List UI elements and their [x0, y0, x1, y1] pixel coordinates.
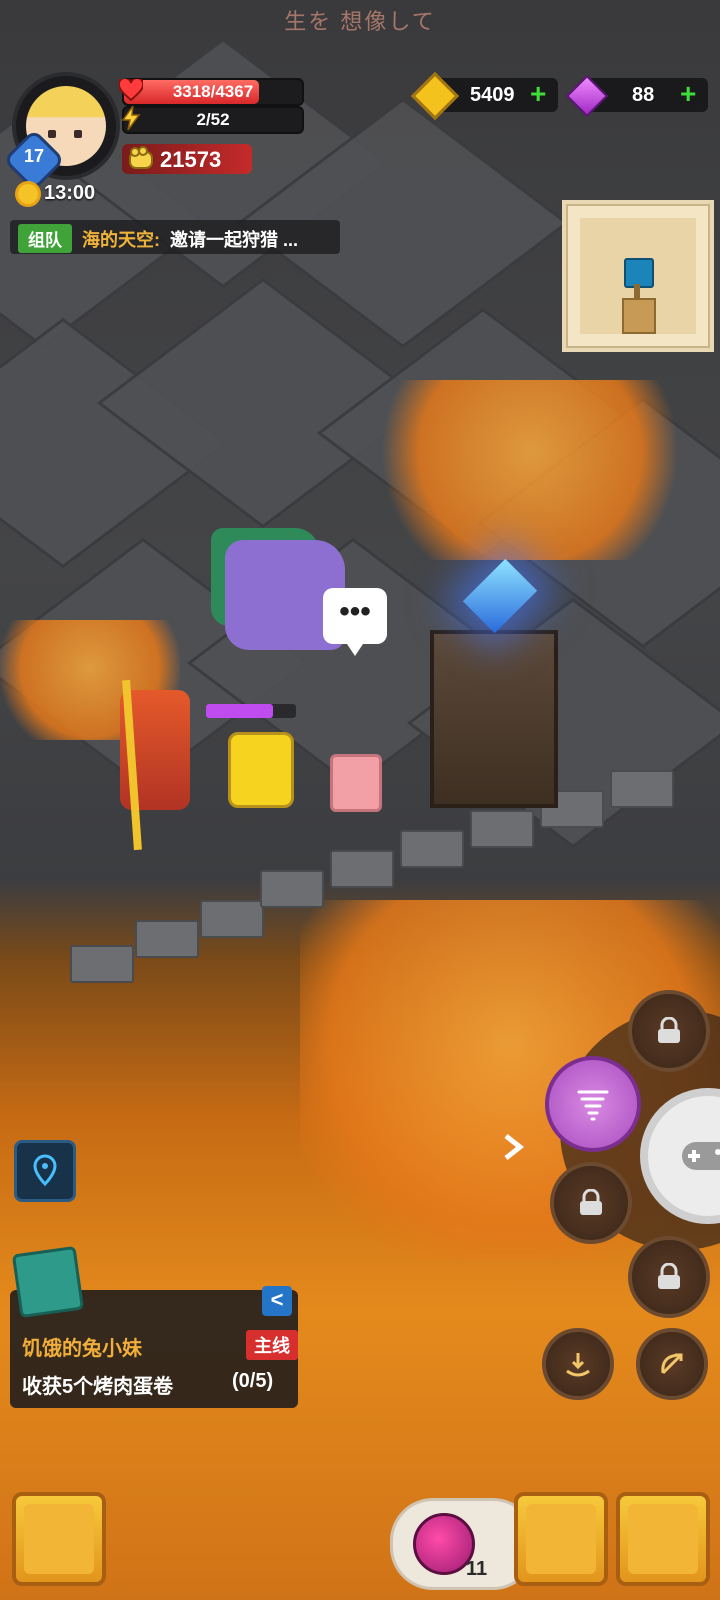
gem-value: 88: [632, 84, 655, 106]
power-value: 21573: [160, 147, 222, 172]
hp-value: 3318/4367: [172, 82, 254, 101]
stamina-bar: 2/52: [121, 106, 304, 134]
chat-sender: 海的天空:: [82, 230, 160, 250]
game-clock: 13:00: [44, 182, 96, 204]
locked-skill-slot[interactable]: [628, 1236, 710, 1318]
add-gems-button[interactable]: +: [680, 80, 696, 108]
speech-bubble[interactable]: •••: [323, 588, 387, 656]
purple-gem-icon: [565, 74, 609, 118]
expand-skills-button[interactable]: [498, 1132, 528, 1162]
chat-text: 邀请一起狩猎 ...: [170, 230, 299, 250]
power-box: 21573: [122, 144, 252, 174]
character-button[interactable]: [616, 1492, 710, 1586]
collapse-quest-button[interactable]: <: [262, 1286, 292, 1316]
potion-count: 11: [466, 1558, 488, 1580]
portal-button[interactable]: [12, 1492, 106, 1586]
lock-icon: [580, 1189, 602, 1215]
locate-button[interactable]: [14, 1140, 76, 1202]
hp-bar: 3318/4367: [119, 78, 304, 106]
yellow-hero-character[interactable]: [228, 732, 294, 808]
wall-block: [260, 870, 324, 908]
chevron-right-icon: [504, 1134, 525, 1160]
backpack-icon: [526, 1504, 596, 1574]
wall-block: [330, 850, 394, 888]
quest-scroll-icon[interactable]: [11, 1245, 85, 1319]
wall-block: [135, 920, 199, 958]
team-tag: 组队: [18, 224, 72, 253]
player-cast-bar: [206, 704, 296, 718]
stamina-value: 2/52: [196, 110, 230, 129]
dodge-icon: [566, 1353, 590, 1377]
lava-glow: [380, 380, 680, 560]
team-chat-message[interactable]: 组队 海的天空: 邀请一起狩猎 ...: [10, 220, 340, 254]
gold-value: 5409: [470, 84, 515, 106]
lock-icon: [658, 1017, 680, 1043]
wall-block: [400, 830, 464, 868]
crystal-pedestal[interactable]: [430, 630, 558, 808]
sun-icon: [18, 184, 38, 204]
gold-counter: 5409 +: [410, 71, 558, 121]
quest-title: 饥饿的兔小妹: [22, 1338, 142, 1360]
character-portrait-icon: [628, 1504, 698, 1574]
gem-counter: 88 +: [565, 74, 708, 118]
locked-skill-slot[interactable]: [550, 1162, 632, 1244]
minimap-room: [622, 298, 656, 334]
quest-description: 收获5个烤肉蛋卷: [22, 1376, 174, 1398]
minimap[interactable]: [562, 200, 714, 352]
pink-pig-creature[interactable]: [330, 754, 382, 812]
gamepad-icon: [682, 1142, 720, 1170]
location-pin-icon: [33, 1154, 57, 1187]
portal-icon: [24, 1504, 94, 1574]
wall-block: [70, 945, 134, 983]
game-scene[interactable]: 生を 想像して 17 3318/4367 2/52 21573 13:00 组队…: [0, 0, 720, 1600]
blue-crystal[interactable]: [462, 558, 538, 634]
dodge-button[interactable]: [542, 1328, 614, 1400]
minimap-corridor: [634, 284, 640, 298]
top-banner-text: 生を 想像して: [284, 9, 436, 34]
wall-block: [200, 900, 264, 938]
tornado-skill-button[interactable]: [545, 1056, 641, 1152]
tornado-skill-icon: [577, 1090, 609, 1121]
cast-bar-fill: [206, 704, 273, 718]
level-number: 17: [23, 146, 45, 166]
locked-skill-slot[interactable]: [628, 990, 710, 1072]
main-quest-tag: 主线: [246, 1330, 298, 1360]
backpack-button[interactable]: [514, 1492, 608, 1586]
avatar-eye: [48, 130, 56, 138]
wall-block: [610, 770, 674, 808]
add-gold-button[interactable]: +: [530, 80, 546, 108]
power-fist-icon: [126, 146, 156, 177]
quest-progress: (0/5): [232, 1370, 274, 1392]
lock-icon: [658, 1263, 680, 1289]
bow-skill-button[interactable]: [636, 1328, 708, 1400]
wall-block: [470, 810, 534, 848]
bow-icon: [661, 1353, 683, 1375]
avatar-eye: [74, 130, 82, 138]
